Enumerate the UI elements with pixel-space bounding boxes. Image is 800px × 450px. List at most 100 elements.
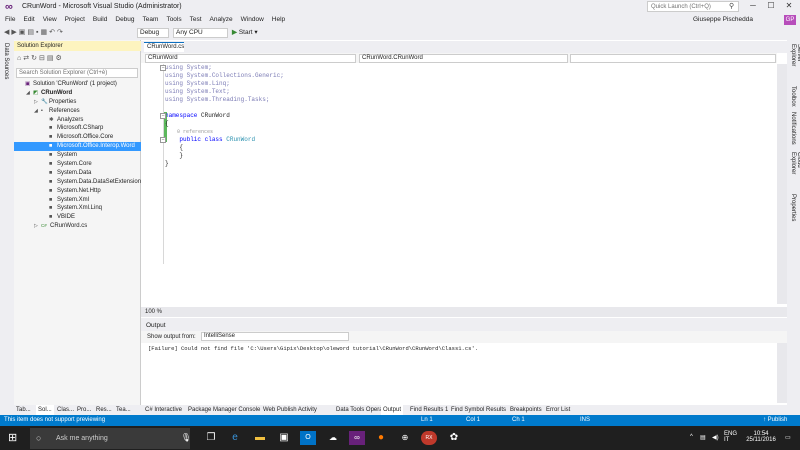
editor-horizontal-scrollbar[interactable] (141, 307, 787, 317)
onedrive-icon[interactable]: ☁ (325, 431, 341, 445)
properties-icon[interactable]: ⚙ (55, 55, 63, 62)
rx-app-icon[interactable]: RX (421, 431, 437, 445)
output-source-dropdown[interactable]: IntelliSense (201, 332, 349, 341)
visual-studio-taskbar-icon[interactable]: ∞ (349, 431, 365, 445)
microphone-icon[interactable]: ○ (36, 433, 41, 443)
bottom-tab[interactable]: Package Manager Console (186, 405, 262, 415)
expand-icon[interactable]: ▷ (34, 222, 41, 231)
expand-icon[interactable]: ◢ (34, 107, 41, 116)
code-line[interactable]: using System.Linq; (165, 80, 284, 88)
code-line[interactable]: { (165, 120, 284, 128)
collapse-icon[interactable]: − (160, 113, 166, 119)
open-icon[interactable]: ▤ (27, 29, 36, 36)
expand-icon[interactable]: ◢ (26, 89, 33, 98)
bottom-tab[interactable]: Error List (544, 405, 572, 415)
edge-icon[interactable]: e (227, 431, 243, 445)
save-all-icon[interactable]: ▦ (41, 29, 50, 36)
server-explorer-tab[interactable]: Server Explorer (790, 44, 800, 82)
left-tab[interactable]: Res... (94, 405, 114, 415)
tree-item[interactable]: ■ Microsoft.Office.Interop.Word (14, 142, 141, 152)
store-icon[interactable]: ▣ (276, 431, 292, 445)
toolbox-tab[interactable]: Toolbox (790, 86, 796, 108)
tree-item[interactable]: ◢ ◩ CRunWord (14, 89, 141, 98)
bottom-tab[interactable]: Breakpoints (508, 405, 544, 415)
menu-team[interactable]: Team (143, 14, 159, 26)
platform-dropdown[interactable]: Any CPU (173, 28, 228, 38)
user-name[interactable]: Giuseppe Pischedda (693, 16, 753, 23)
tree-item[interactable]: ■ VBIDE (14, 213, 141, 222)
menu-project[interactable]: Project (65, 14, 85, 26)
language-indicator[interactable]: ENG IT (724, 431, 737, 443)
code-lines[interactable]: − using System; using System.Collections.G… (160, 64, 284, 168)
bottom-tab[interactable]: Web Publish Activity (261, 405, 319, 415)
code-line[interactable]: } (165, 152, 284, 160)
collapse-icon[interactable]: − (160, 137, 166, 143)
code-line[interactable]: { (165, 144, 284, 152)
menu-analyze[interactable]: Analyze (210, 14, 233, 26)
bottom-tab[interactable]: C# Interactive (143, 405, 184, 415)
tree-item[interactable]: ◢ ▪ References (14, 107, 141, 116)
code-line[interactable]: − using System; (160, 64, 284, 72)
notification-center-icon[interactable]: ▭ (785, 434, 791, 441)
code-line[interactable]: } (165, 160, 284, 168)
type-nav-dropdown[interactable]: CRunWord.CRunWord (359, 54, 568, 63)
code-line[interactable]: using System.Text; (165, 88, 284, 96)
left-tab[interactable]: Tea... (114, 405, 133, 415)
menu-help[interactable]: Help (272, 14, 285, 26)
close-button[interactable]: ✕ (780, 1, 798, 10)
tray-chevron-icon[interactable]: ^ (690, 434, 693, 440)
tray-network-icon[interactable]: ▤ (700, 434, 706, 441)
notifications-tab[interactable]: Notifications (790, 112, 796, 148)
tree-item[interactable]: ■ Microsoft.CSharp (14, 124, 141, 133)
avatar[interactable]: GP (784, 15, 796, 25)
publish-button[interactable]: ↑ Publish (763, 415, 787, 426)
tree-item[interactable]: ■ System.Data (14, 169, 141, 178)
code-line[interactable]: using System.Threading.Tasks; (165, 96, 284, 104)
tree-item[interactable]: ▷ C# CRunWord.cs (14, 222, 141, 231)
forward-icon[interactable]: ▶ (11, 29, 18, 36)
maximize-button[interactable]: ☐ (762, 1, 780, 10)
data-sources-tab[interactable]: Data Sources (3, 43, 9, 79)
member-nav-dropdown[interactable] (570, 54, 776, 63)
tree-item[interactable]: ▣ Solution 'CRunWord' (1 project) (14, 80, 141, 89)
taskbar-search-box[interactable]: Ask me anything (30, 428, 190, 449)
redo-icon[interactable]: ↷ (57, 29, 65, 36)
bottom-tab[interactable]: Output (381, 405, 404, 415)
undo-icon[interactable]: ↶ (49, 29, 57, 36)
wireless-app-icon[interactable]: ✿ (446, 431, 462, 445)
firefox-icon[interactable]: ● (373, 431, 389, 445)
menu-file[interactable]: File (5, 14, 15, 26)
code-line[interactable]: 0 references (165, 128, 284, 136)
refresh-icon[interactable]: ↻ (31, 55, 39, 62)
sync-icon[interactable]: ⇄ (23, 55, 31, 62)
tray-volume-icon[interactable]: ◀) (712, 434, 719, 441)
cloud-explorer-tab[interactable]: Cloud Explorer (790, 152, 800, 190)
clock[interactable]: 10:54 25/11/2016 (744, 431, 778, 443)
properties-tab[interactable]: Properties (790, 194, 796, 222)
menu-edit[interactable]: Edit (23, 14, 34, 26)
menu-view[interactable]: View (43, 14, 57, 26)
bottom-tab[interactable]: Find Symbol Results (449, 405, 508, 415)
left-tab[interactable]: Clas... (55, 405, 76, 415)
code-line[interactable]: − public class CRunWord (160, 136, 284, 144)
code-line[interactable]: − namespace CRunWord (160, 112, 284, 120)
search-icon[interactable]: ⚲ (729, 2, 734, 10)
tree-item[interactable]: ■ System.Net.Http (14, 187, 141, 196)
menu-debug[interactable]: Debug (115, 14, 134, 26)
editor-vertical-scrollbar[interactable] (777, 64, 787, 304)
left-tab[interactable]: Sol... (36, 405, 54, 415)
tree-item[interactable]: ■ System (14, 151, 141, 160)
solution-search-input[interactable]: Search Solution Explorer (Ctrl+è) (16, 68, 138, 78)
expand-icon[interactable]: ▷ (34, 98, 41, 107)
tree-item[interactable]: ■ System.Data.DataSetExtensions (14, 178, 144, 187)
left-tab[interactable]: Tab... (14, 405, 33, 415)
menu-build[interactable]: Build (93, 14, 107, 26)
configuration-dropdown[interactable]: Debug (137, 28, 169, 38)
collapse-all-icon[interactable]: ⊟ (39, 55, 47, 62)
tree-item[interactable]: ■ System.Core (14, 160, 141, 169)
network-icon[interactable]: ⊕ (397, 431, 413, 445)
bottom-tab[interactable]: Find Results 1 (408, 405, 450, 415)
quick-launch-input[interactable]: Quick Launch (Ctrl+Q) (647, 1, 739, 12)
outlook-icon[interactable]: O (300, 431, 316, 445)
tree-item[interactable]: ▷ 🔧Properties (14, 98, 141, 107)
